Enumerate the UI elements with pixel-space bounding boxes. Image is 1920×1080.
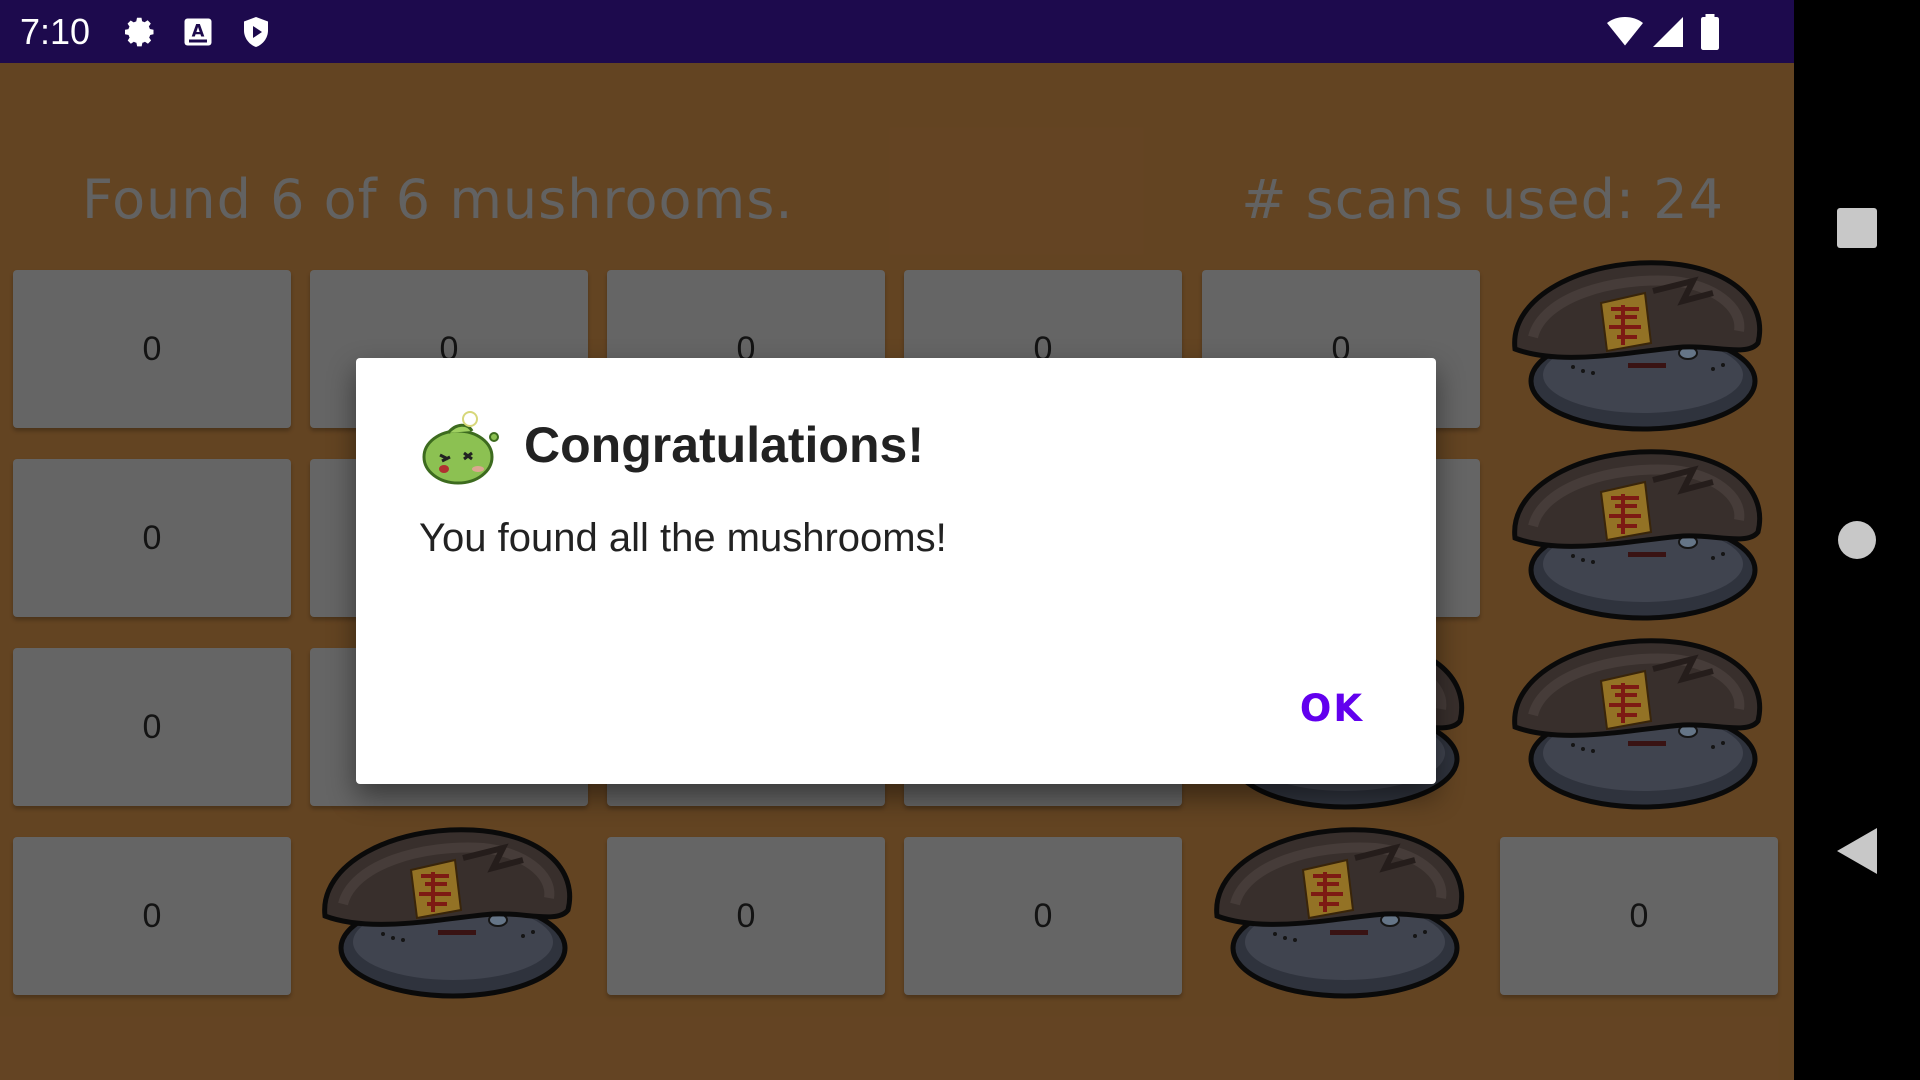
- slime-icon: [418, 409, 502, 493]
- status-bar: 7:10 A: [0, 0, 1794, 63]
- svg-text:A: A: [192, 22, 205, 41]
- recents-square-icon[interactable]: [1837, 208, 1877, 252]
- ok-button[interactable]: OK: [1280, 674, 1384, 744]
- battery-icon: [1698, 14, 1722, 50]
- shield-play-icon: [238, 14, 274, 50]
- dialog-message: You found all the mushrooms!: [419, 516, 947, 560]
- status-time: 7:10: [20, 11, 91, 52]
- congratulations-dialog: Congratulations! You found all the mushr…: [356, 358, 1436, 784]
- dialog-title: Congratulations!: [524, 417, 924, 473]
- back-triangle-icon[interactable]: [1837, 828, 1877, 878]
- keyboard-a-icon: A: [180, 14, 216, 50]
- wifi-icon: [1604, 14, 1646, 50]
- signal-icon: [1650, 14, 1686, 50]
- gear-icon: [122, 14, 158, 50]
- navigation-bar: [1794, 0, 1920, 1080]
- home-circle-icon[interactable]: [1837, 520, 1877, 564]
